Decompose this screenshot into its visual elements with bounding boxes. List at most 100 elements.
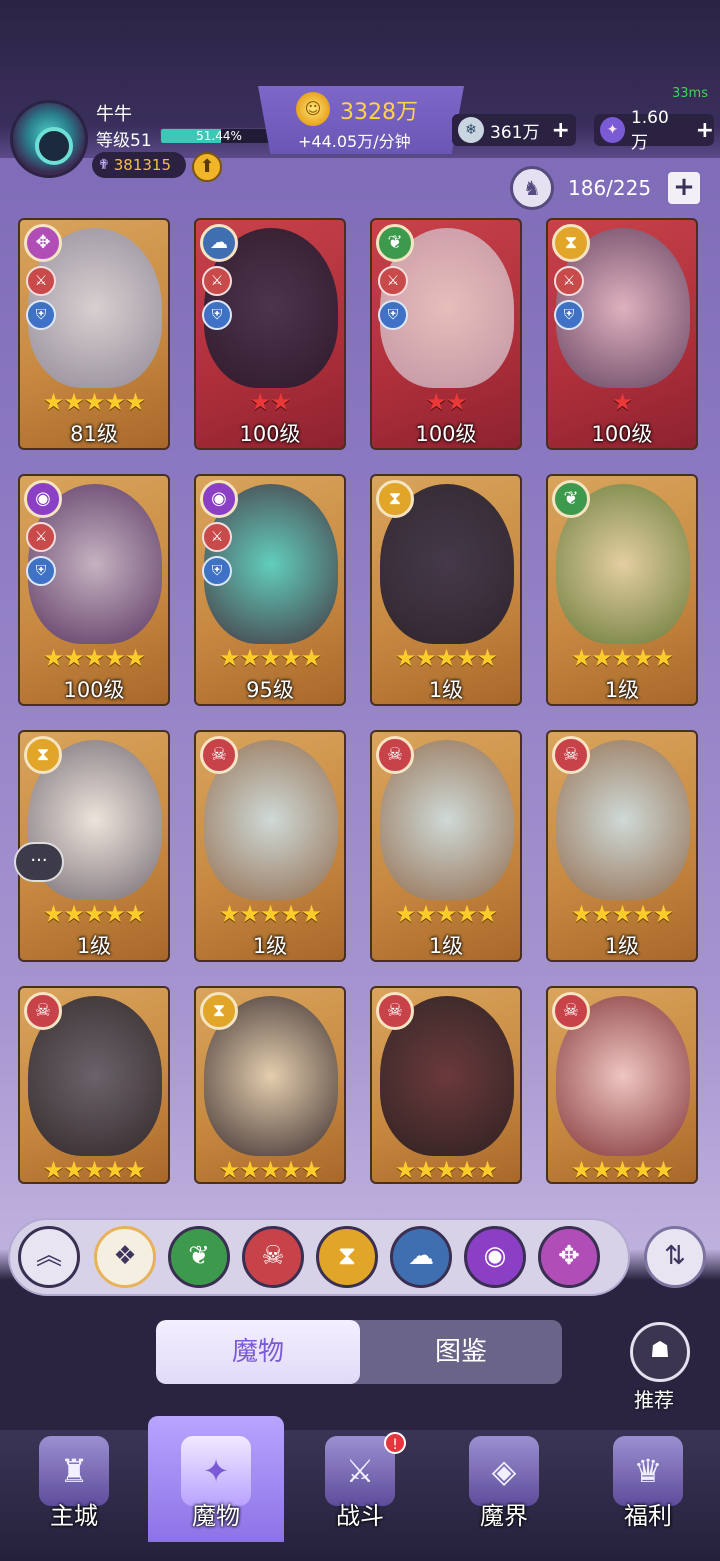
monster-card[interactable]: ☠ ★★★★★ [18,986,170,1184]
collapse-up-button[interactable]: ︽ [18,1226,80,1288]
monster-level: 100级 [239,422,301,446]
filter-eye-icon[interactable]: ◉ [464,1226,526,1288]
star-rating: ★★ [249,388,291,416]
faction-eye-icon: ◉ [200,480,238,518]
monster-card[interactable]: ☠ ★★★★★ [546,986,698,1184]
star-rating: ★★★★★ [570,1156,675,1184]
monster-level: 1级 [76,934,112,958]
faction-nature-icon: ❦ [552,480,590,518]
faction-demon-icon: ☠ [552,992,590,1030]
faction-demon-icon: ☠ [552,736,590,774]
monster-card[interactable]: ☠ ★★★★★ 1级 [194,730,346,962]
filter-all-icon[interactable]: ❖ [94,1226,156,1288]
shield-icon: ⛨ [378,300,408,330]
star-rating: ★★★★★ [218,644,323,672]
monster-card[interactable]: ⧗ ⚔ ⛨ ★ 100级 [546,218,698,450]
recommend-button[interactable]: ☗ [630,1322,690,1382]
attack-icon: ⚔ [202,266,232,296]
monster-level: 100级 [63,678,125,702]
sort-button[interactable]: ⇅ [644,1226,706,1288]
faction-demon-icon: ☠ [24,992,62,1030]
monster-level: 1级 [604,678,640,702]
combat-power-pill: ✟ 381315 [92,152,186,178]
star-currency-icon: ✦ [600,117,625,143]
stars-pill: ✦ 1.60万 + [594,108,714,153]
nav-label: 魔物 [192,1502,240,1530]
nav-battle[interactable]: ⚔ 战斗 [290,1430,430,1561]
monster-card[interactable]: ◉ ⚔ ⛨ ★★★★★ 100级 [18,474,170,706]
combat-power-value: 381315 [113,156,171,174]
roster-expand-button[interactable]: + [668,172,700,204]
monster-card[interactable]: ☠ ★★★★★ [370,986,522,1184]
roster-count: ♞ 186/225 + [510,166,710,210]
monster-card[interactable]: ⧗ ★★★★★ [194,986,346,1184]
sword-icon: ✟ [98,157,110,173]
player-avatar[interactable] [10,100,88,178]
monster-card[interactable]: ☁ ⚔ ⛨ ★★ 100级 [194,218,346,450]
monster-card[interactable]: ☠ ★★★★★ 1级 [546,730,698,962]
tab-monsters[interactable]: 魔物 [156,1320,360,1384]
star-rating: ★★ [425,388,467,416]
faction-demon-icon: ☠ [376,736,414,774]
monster-card[interactable]: ❦ ⚔ ⛨ ★★ 100级 [370,218,522,450]
xp-bar: 51.44% [160,128,278,144]
star-rating: ★★★★★ [570,644,675,672]
nav-label: 魔界 [480,1502,528,1530]
nav-label: 主城 [50,1502,98,1530]
xp-percent: 51.44% [196,129,242,143]
monster-card[interactable]: ⧗ ★★★★★ 1级 [370,474,522,706]
gems-add-button[interactable]: + [551,118,569,143]
filter-dragon-icon[interactable]: ☁ [390,1226,452,1288]
shield-icon: ⛨ [26,300,56,330]
chat-bubble-icon[interactable]: ··· [14,842,64,882]
attack-icon: ⚔ [378,266,408,296]
faction-nature-icon: ❦ [376,224,414,262]
faction-demon-icon: ☠ [376,992,414,1030]
faction-hourglass-icon: ⧗ [24,736,62,774]
gold-rate: +44.05万/分钟 [298,132,411,151]
stars-amount: 1.60万 [630,107,669,153]
shield-icon: ⛨ [202,300,232,330]
star-rating: ★★★★★ [394,900,499,928]
gems-amount: 361万 [490,122,540,143]
monster-card[interactable]: ✥ ⚔ ⛨ ★★★★★ 81级 [18,218,170,450]
filter-hourglass-icon[interactable]: ⧗ [316,1226,378,1288]
star-rating: ★★★★★ [42,388,147,416]
monster-level: 1级 [428,678,464,702]
tab-switch: 魔物 图鉴 [156,1320,562,1384]
gold-amount: 3328万 [340,100,418,125]
faction-mystic-icon: ✥ [24,224,62,262]
nav-demon-realm[interactable]: ◈ 魔界 [434,1430,574,1561]
latency-text: 33ms [672,86,708,101]
nav-monsters[interactable]: ✦ 魔物 [146,1430,286,1561]
upgrade-arrow-button[interactable]: ⬆ [192,152,222,182]
filter-demon-icon[interactable]: ☠ [242,1226,304,1288]
faction-hourglass-icon: ⧗ [376,480,414,518]
star-rating: ★ [611,388,634,416]
player-level: 等级51 [96,131,152,151]
filter-nature-icon[interactable]: ❦ [168,1226,230,1288]
monster-card[interactable]: ◉ ⚔ ⛨ ★★★★★ 95级 [194,474,346,706]
shield-icon: ⛨ [26,556,56,586]
filter-mystic-icon[interactable]: ✥ [538,1226,600,1288]
star-rating: ★★★★★ [42,1156,147,1184]
monster-level: 1级 [252,934,288,958]
star-rating: ★★★★★ [218,1156,323,1184]
nav-label: 福利 [624,1502,672,1530]
monster-level: 1级 [604,934,640,958]
player-name: 牛牛 [96,104,132,125]
monster-level: 100级 [415,422,477,446]
star-rating: ★★★★★ [570,900,675,928]
monster-card[interactable]: ☠ ★★★★★ 1级 [370,730,522,962]
monster-level: 95级 [246,678,294,702]
attack-icon: ⚔ [26,266,56,296]
shield-icon: ⛨ [202,556,232,586]
nav-rewards[interactable]: ♛ 福利 [578,1430,718,1561]
gem-icon: ❄ [458,117,484,143]
monster-card[interactable]: ❦ ★★★★★ 1级 [546,474,698,706]
monster-level: 81级 [70,422,118,446]
stars-add-button[interactable]: + [696,118,714,143]
faction-hourglass-icon: ⧗ [552,224,590,262]
tab-codex[interactable]: 图鉴 [360,1320,562,1384]
nav-main-city[interactable]: ♜ 主城 [4,1430,144,1561]
